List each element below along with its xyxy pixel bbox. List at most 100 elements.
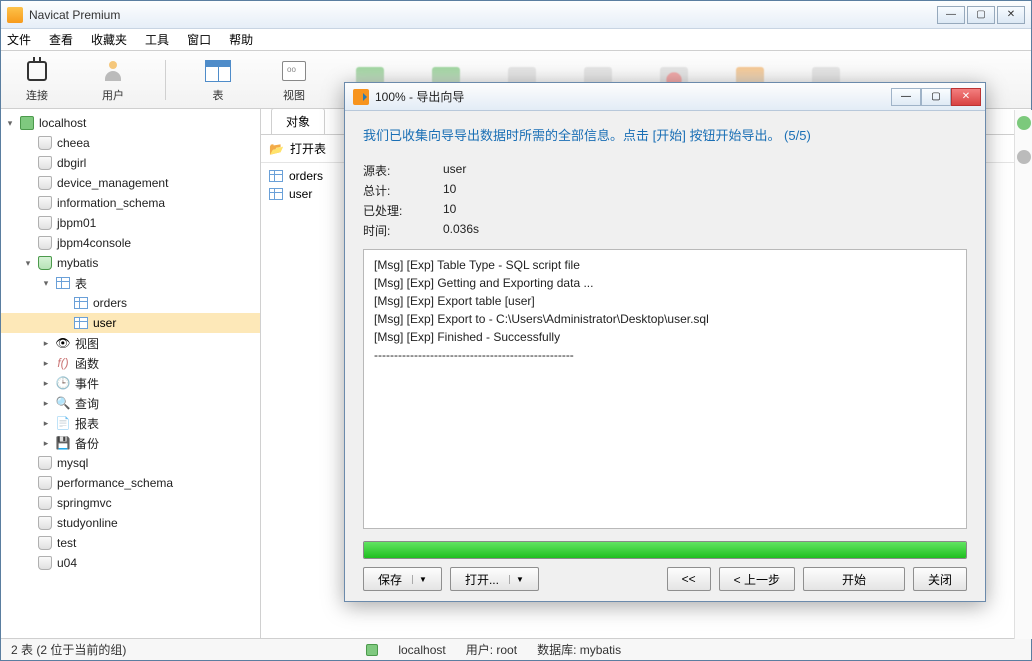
maximize-button[interactable]: ▢	[967, 6, 995, 24]
tree-table[interactable]: orders	[1, 293, 260, 313]
database-icon	[38, 496, 52, 510]
function-icon: f()	[55, 355, 71, 371]
menu-favorites[interactable]: 收藏夹	[91, 31, 127, 48]
tree-table-selected[interactable]: user	[1, 313, 260, 333]
backup-icon: 💾	[55, 435, 71, 451]
tree-db-open[interactable]: ▾mybatis	[1, 253, 260, 273]
collapse-icon[interactable]: ▸	[41, 358, 51, 369]
info-total-value: 10	[443, 182, 967, 199]
dialog-buttons: 保存 打开... << < 上一步 开始 关闭	[363, 567, 967, 591]
database-icon	[38, 196, 52, 210]
expand-icon[interactable]: ▾	[5, 118, 15, 129]
info-source-label: 源表:	[363, 162, 443, 179]
expand-icon[interactable]: ▾	[23, 258, 33, 269]
window-buttons: — ▢ ✕	[937, 6, 1025, 24]
tree-db[interactable]: springmvc	[1, 493, 260, 513]
connection-tree[interactable]: ▾ localhost cheea dbgirl device_manageme…	[1, 109, 261, 638]
tree-db[interactable]: studyonline	[1, 513, 260, 533]
table-icon	[74, 317, 88, 329]
log-line: [Msg] [Exp] Table Type - SQL script file	[374, 256, 956, 274]
table-icon	[269, 188, 283, 200]
database-icon	[38, 516, 52, 530]
menu-file[interactable]: 文件	[7, 31, 31, 48]
tree-db[interactable]: information_schema	[1, 193, 260, 213]
table-icon	[74, 297, 88, 309]
database-icon	[38, 536, 52, 550]
tree-tables-group[interactable]: ▾表	[1, 273, 260, 293]
open-button[interactable]: 打开...	[450, 567, 539, 591]
progress-fill	[364, 542, 966, 558]
collapse-icon[interactable]: ▸	[41, 378, 51, 389]
dialog-headline: 我们已收集向导导出数据时所需的全部信息。点击 [开始] 按钮开始导出。 (5/5…	[363, 125, 967, 144]
app-icon	[7, 7, 23, 23]
first-button[interactable]: <<	[667, 567, 711, 591]
tree-db[interactable]: dbgirl	[1, 153, 260, 173]
collapse-icon[interactable]: ▸	[41, 418, 51, 429]
info-time-label: 时间:	[363, 222, 443, 239]
tree-events-group[interactable]: ▸🕒事件	[1, 373, 260, 393]
tree-db[interactable]: jbpm4console	[1, 233, 260, 253]
close-button[interactable]: ✕	[997, 6, 1025, 24]
tree-db[interactable]: test	[1, 533, 260, 553]
collapse-icon[interactable]: ▸	[41, 438, 51, 449]
toolbar-view[interactable]: 视图	[270, 57, 318, 103]
eye-icon: 👁	[55, 335, 71, 351]
log-line: [Msg] [Exp] Getting and Exporting data .…	[374, 274, 956, 292]
menu-help[interactable]: 帮助	[229, 31, 253, 48]
connection-icon	[366, 644, 378, 656]
tree-db[interactable]: u04	[1, 553, 260, 573]
prev-button[interactable]: < 上一步	[719, 567, 795, 591]
start-button[interactable]: 开始	[803, 567, 905, 591]
tree-backup-group[interactable]: ▸💾备份	[1, 433, 260, 453]
log-line: [Msg] [Exp] Export to - C:\Users\Adminis…	[374, 310, 956, 328]
export-log[interactable]: [Msg] [Exp] Table Type - SQL script file…	[363, 249, 967, 529]
open-table-icon: 📂	[269, 142, 284, 156]
tree-db[interactable]: device_management	[1, 173, 260, 193]
database-icon	[38, 176, 52, 190]
export-info: 源表:user 总计:10 已处理:10 时间:0.036s	[363, 162, 967, 239]
open-table-button[interactable]: 打开表	[290, 140, 326, 157]
tree-connection[interactable]: ▾ localhost	[1, 113, 260, 133]
tree-reports-group[interactable]: ▸📄报表	[1, 413, 260, 433]
toolbar-connect[interactable]: 连接	[13, 57, 61, 103]
tree-db[interactable]: jbpm01	[1, 213, 260, 233]
close-dialog-button[interactable]: 关闭	[913, 567, 967, 591]
minimize-button[interactable]: —	[937, 6, 965, 24]
right-panel-strip	[1014, 110, 1032, 639]
save-button[interactable]: 保存	[363, 567, 442, 591]
table-icon	[269, 170, 283, 182]
info-source-value: user	[443, 162, 967, 179]
strip-icon[interactable]	[1017, 150, 1031, 164]
database-icon	[38, 556, 52, 570]
expand-icon[interactable]: ▾	[41, 278, 51, 289]
menu-view[interactable]: 查看	[49, 31, 73, 48]
status-count: 2 表 (2 位于当前的组)	[11, 641, 126, 658]
export-icon	[353, 89, 369, 105]
menu-tools[interactable]: 工具	[145, 31, 169, 48]
dialog-title: 100% - 导出向导	[375, 88, 891, 105]
collapse-icon[interactable]: ▸	[41, 398, 51, 409]
database-icon	[38, 476, 52, 490]
tree-functions-group[interactable]: ▸f()函数	[1, 353, 260, 373]
tree-views-group[interactable]: ▸👁视图	[1, 333, 260, 353]
tree-queries-group[interactable]: ▸🔍查询	[1, 393, 260, 413]
statusbar: 2 表 (2 位于当前的组) localhost 用户: root 数据库: m…	[1, 638, 1031, 660]
toolbar-user[interactable]: 用户	[89, 57, 137, 103]
tab-objects[interactable]: 对象	[271, 108, 325, 134]
database-icon	[38, 216, 52, 230]
export-wizard-dialog: 100% - 导出向导 — ▢ ✕ 我们已收集向导导出数据时所需的全部信息。点击…	[344, 82, 986, 602]
tree-db[interactable]: cheea	[1, 133, 260, 153]
dialog-titlebar: 100% - 导出向导 — ▢ ✕	[345, 83, 985, 111]
dialog-maximize-button[interactable]: ▢	[921, 88, 951, 106]
status-connection: localhost	[398, 643, 445, 657]
collapse-icon[interactable]: ▸	[41, 338, 51, 349]
menu-window[interactable]: 窗口	[187, 31, 211, 48]
database-icon	[38, 136, 52, 150]
connection-icon	[20, 116, 34, 130]
tree-db[interactable]: performance_schema	[1, 473, 260, 493]
toolbar-table[interactable]: 表	[194, 57, 242, 103]
strip-icon[interactable]	[1017, 116, 1031, 130]
dialog-close-button[interactable]: ✕	[951, 88, 981, 106]
dialog-minimize-button[interactable]: —	[891, 88, 921, 106]
tree-db[interactable]: mysql	[1, 453, 260, 473]
